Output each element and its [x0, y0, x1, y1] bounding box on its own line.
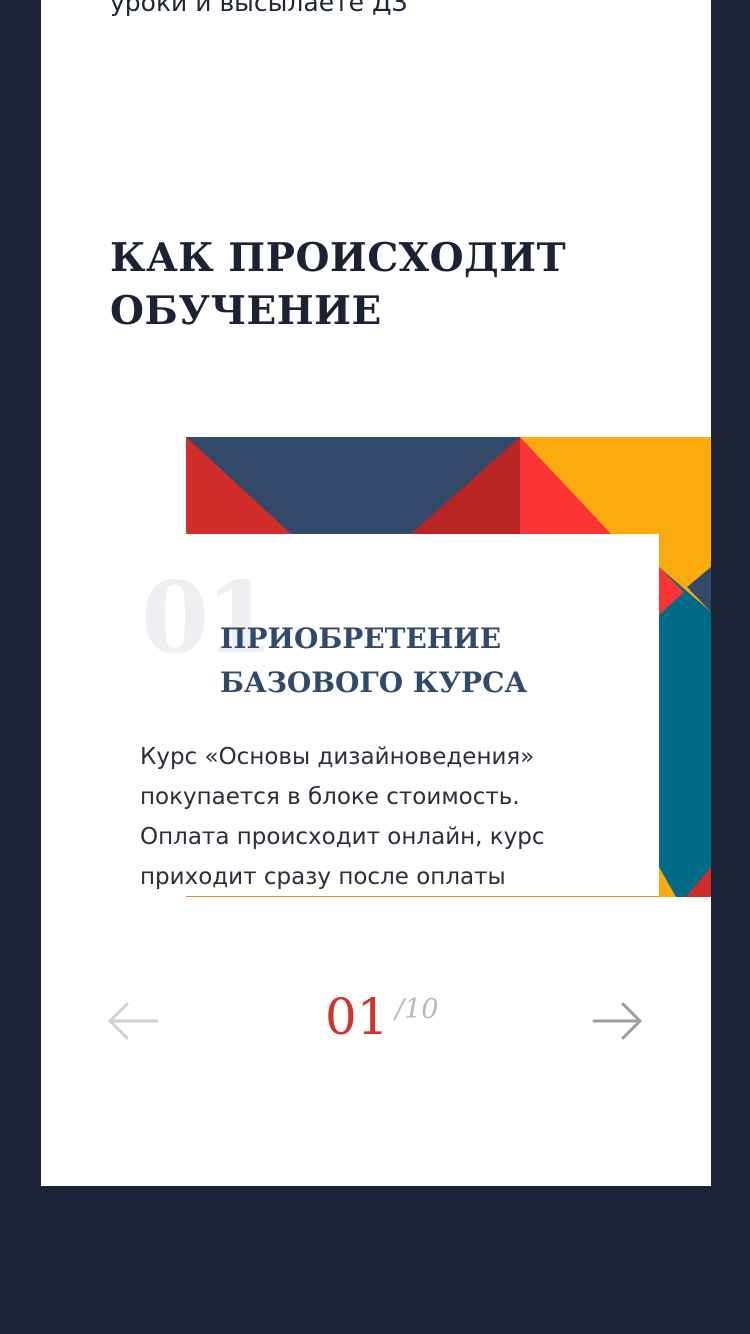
- step-description-line: Курс «Основы дизайноведения»: [140, 744, 535, 770]
- arrow-right-icon: [592, 1002, 642, 1040]
- section-title-line: ОБУЧЕНИЕ: [110, 288, 382, 334]
- step-description: Курс «Основы дизайноведения» покупается …: [140, 737, 610, 897]
- previous-section-text: уроки и высылаете ДЗ: [110, 0, 408, 17]
- step-title-line: ПРИОБРЕТЕНИЕ: [220, 622, 502, 655]
- section-title: КАК ПРОИСХОДИТ ОБУЧЕНИЕ: [110, 232, 566, 338]
- total-slides: /10: [395, 994, 439, 1025]
- slide-counter: 01 /10: [325, 988, 465, 1058]
- step-title: ПРИОБРЕТЕНИЕ БАЗОВОГО КУРСА: [220, 617, 527, 705]
- current-slide-number: 01: [325, 988, 389, 1046]
- step-description-line: покупается в блоке стоимость.: [140, 784, 520, 810]
- step-description-line: приходит сразу после оплаты: [140, 864, 506, 890]
- next-slide-button[interactable]: [589, 995, 645, 1047]
- step-title-line: БАЗОВОГО КУРСА: [220, 666, 528, 699]
- step-description-line: Оплата происходит онлайн, курс: [140, 824, 545, 850]
- arrow-left-icon: [108, 1002, 159, 1040]
- content-card: уроки и высылаете ДЗ КАК ПРОИСХОДИТ ОБУЧ…: [41, 0, 711, 1186]
- section-title-line: КАК ПРОИСХОДИТ: [110, 235, 567, 281]
- previous-slide-button[interactable]: [107, 995, 163, 1047]
